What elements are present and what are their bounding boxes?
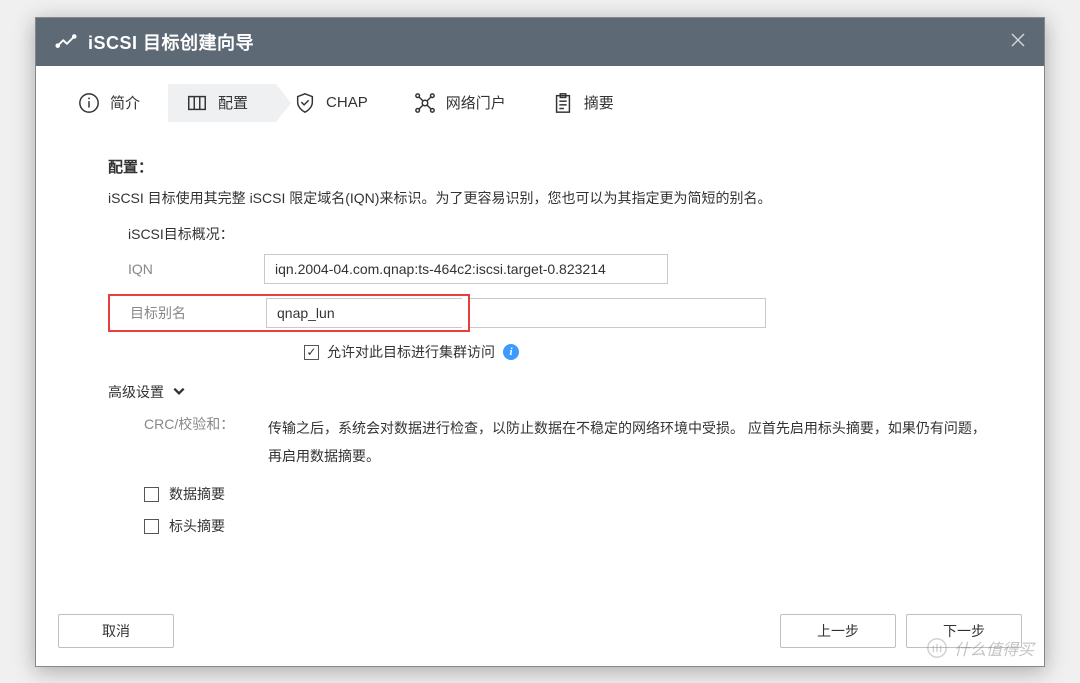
step-summary[interactable]: 摘要 <box>534 84 642 122</box>
step-label: 网络门户 <box>446 92 506 113</box>
prev-button[interactable]: 上一步 <box>780 614 896 648</box>
iqn-value-box: iqn.2004-04.com.qnap:ts-464c2:iscsi.targ… <box>264 254 668 284</box>
advanced-toggle[interactable]: 高级设置 <box>108 382 986 402</box>
alias-input-tail[interactable] <box>470 298 766 328</box>
step-label: 配置 <box>218 92 248 113</box>
alias-row: 目标别名 <box>108 294 986 332</box>
chevron-down-icon <box>172 384 186 401</box>
iqn-label: IQN <box>108 261 264 277</box>
step-portal[interactable]: 网络门户 <box>396 84 534 122</box>
data-digest-checkbox[interactable] <box>144 487 159 502</box>
alias-label: 目标别名 <box>110 303 266 323</box>
section-description: iSCSI 目标使用其完整 iSCSI 限定域名(IQN)来标识。为了更容易识别… <box>108 187 986 211</box>
titlebar: iSCSI 目标创建向导 <box>36 18 1044 66</box>
crc-row: CRC/校验和： 传输之后，系统会对数据进行检查，以防止数据在不稳定的网络环境中… <box>108 414 986 470</box>
step-label: 简介 <box>110 92 140 113</box>
columns-icon <box>186 92 208 114</box>
iqn-row: IQN iqn.2004-04.com.qnap:ts-464c2:iscsi.… <box>108 254 986 284</box>
shield-check-icon <box>294 92 316 114</box>
footer: 取消 上一步 下一步 <box>36 596 1044 666</box>
crc-label: CRC/校验和： <box>108 414 268 470</box>
content-area: 配置： iSCSI 目标使用其完整 iSCSI 限定域名(IQN)来标识。为了更… <box>36 136 1044 596</box>
titlebar-title: iSCSI 目标创建向导 <box>88 29 254 55</box>
cluster-access-label: 允许对此目标进行集群访问 <box>327 342 495 362</box>
target-overview-label: iSCSI目标概况： <box>128 224 986 244</box>
step-chap[interactable]: CHAP <box>276 84 396 122</box>
data-digest-label: 数据摘要 <box>169 484 225 504</box>
crc-description: 传输之后，系统会对数据进行检查，以防止数据在不稳定的网络环境中受损。 应首先启用… <box>268 414 986 470</box>
data-digest-row: 数据摘要 <box>144 484 986 504</box>
network-icon <box>414 92 436 114</box>
stepper: 简介 配置 CHAP <box>36 66 1044 136</box>
alias-input[interactable] <box>266 298 462 328</box>
info-circle-icon <box>78 92 100 114</box>
cluster-access-checkbox[interactable] <box>304 345 319 360</box>
cluster-access-row: 允许对此目标进行集群访问 i <box>304 342 986 362</box>
header-digest-label: 标头摘要 <box>169 516 225 536</box>
iscsi-icon <box>54 30 78 54</box>
step-intro[interactable]: 简介 <box>60 84 168 122</box>
cancel-button[interactable]: 取消 <box>58 614 174 648</box>
wizard-dialog: iSCSI 目标创建向导 简介 配置 <box>35 17 1045 667</box>
header-digest-checkbox[interactable] <box>144 519 159 534</box>
clipboard-icon <box>552 92 574 114</box>
info-icon[interactable]: i <box>503 344 519 360</box>
step-label: 摘要 <box>584 92 614 113</box>
step-label: CHAP <box>326 94 368 111</box>
advanced-label: 高级设置 <box>108 382 164 402</box>
section-title: 配置： <box>108 156 986 177</box>
header-digest-row: 标头摘要 <box>144 516 986 536</box>
next-button[interactable]: 下一步 <box>906 614 1022 648</box>
close-icon[interactable] <box>1008 30 1028 50</box>
step-config[interactable]: 配置 <box>168 84 276 122</box>
alias-highlight: 目标别名 <box>108 294 470 332</box>
